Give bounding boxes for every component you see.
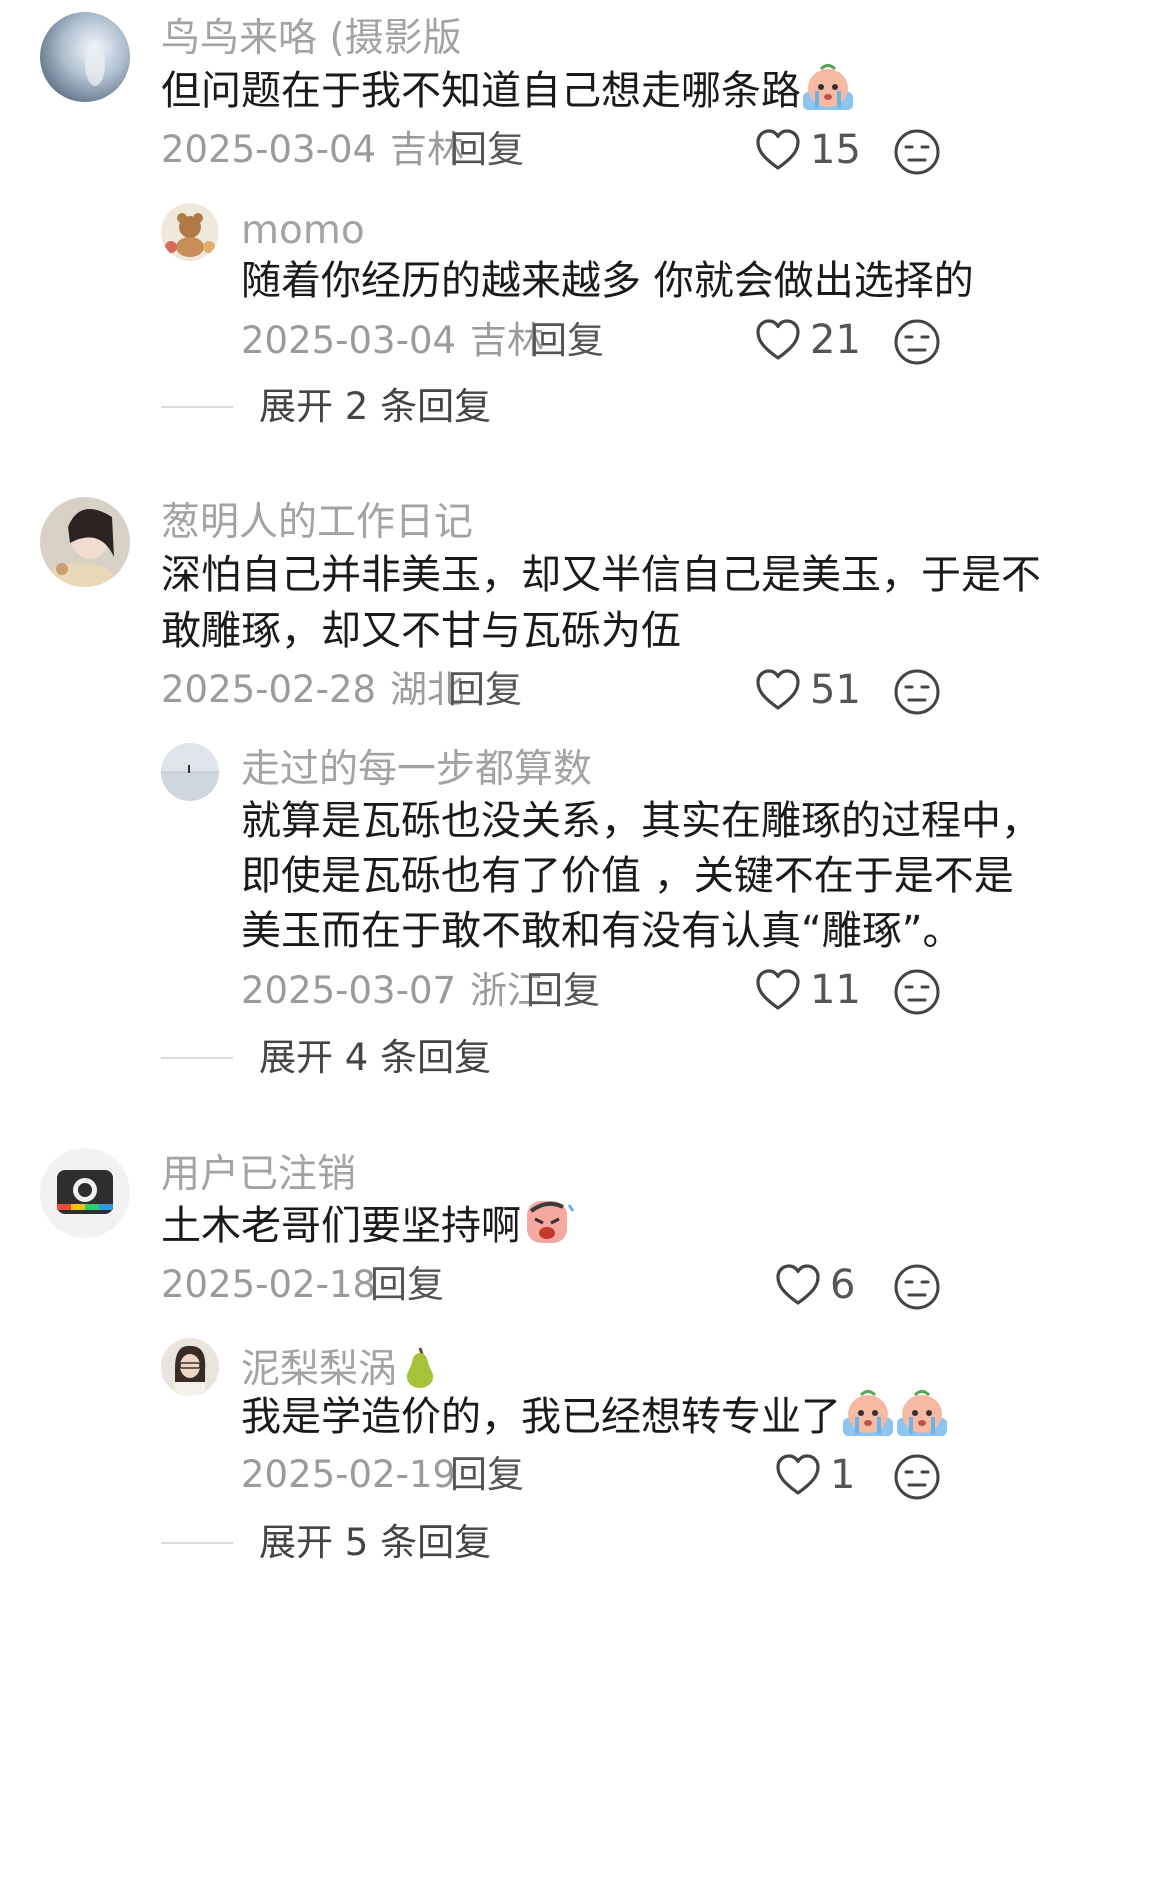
like-count: 1	[830, 1452, 856, 1498]
comment-meta: 2025-02-18	[161, 1266, 376, 1303]
dislike-face-icon	[894, 1454, 940, 1500]
pear-emoji	[397, 1344, 443, 1388]
reply-button[interactable]: 回复	[370, 1266, 444, 1303]
like-button[interactable]: 6	[774, 1263, 855, 1307]
comment-date: 2025-02-18	[161, 1263, 377, 1306]
expand-replies-button[interactable]: 展开 5 条回复	[161, 1524, 491, 1561]
heart-icon	[776, 1264, 820, 1305]
comment-username[interactable]: 用户已注销	[161, 1155, 356, 1194]
reply-username[interactable]: 泥梨梨涡	[241, 1344, 443, 1389]
reply-text-content: 我是学造价的，我已经想转专业了	[241, 1394, 841, 1440]
expand-replies-label: 展开 5 条回复	[259, 1521, 492, 1564]
crying-face-emoji	[841, 1388, 895, 1438]
heart-icon	[776, 1454, 820, 1495]
dislike-face-icon	[894, 1264, 940, 1310]
reply-button[interactable]: 回复	[450, 1456, 524, 1493]
reply-date: 2025-02-19	[241, 1453, 457, 1496]
reply-text: 我是学造价的，我已经想转专业了	[241, 1384, 949, 1450]
comment-text: 土木老哥们要坚持啊	[161, 1193, 575, 1259]
comment-thread-3: 用户已注销 土木老哥们要坚持啊 2025-02-18 回复 6 泥梨梨涡 我是学…	[0, 0, 1169, 1881]
comment-text-content: 土木老哥们要坚持啊	[161, 1203, 521, 1249]
dislike-button[interactable]	[892, 1452, 942, 1502]
avatar[interactable]	[40, 1148, 130, 1238]
crying-face-emoji	[895, 1388, 949, 1438]
divider	[161, 1541, 233, 1544]
like-button[interactable]: 1	[774, 1453, 855, 1497]
reply-avatar[interactable]	[161, 1338, 219, 1396]
reply-meta: 2025-02-19	[241, 1456, 456, 1493]
sobbing-face-emoji	[521, 1197, 575, 1247]
like-count: 6	[830, 1262, 856, 1308]
dislike-button[interactable]	[892, 1262, 942, 1312]
